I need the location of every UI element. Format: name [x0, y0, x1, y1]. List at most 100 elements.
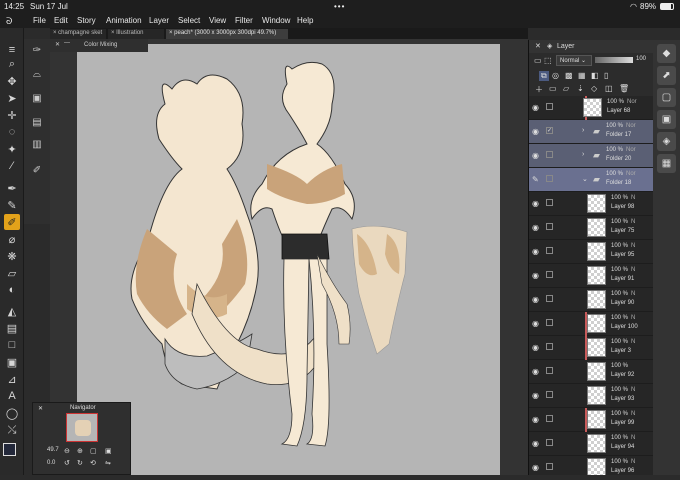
visibility-eye-icon[interactable]: ◉ — [532, 223, 539, 232]
subtool-brush-icon[interactable]: ⌓ — [29, 69, 45, 83]
visibility-eye-icon[interactable]: ◉ — [532, 391, 539, 400]
folder-expand-icon[interactable]: ⌄ — [582, 175, 588, 183]
balloon-icon[interactable]: ◯ — [4, 405, 20, 421]
navigator-angle[interactable]: 0.0 — [47, 460, 55, 466]
visibility-eye-icon[interactable]: ◉ — [532, 127, 539, 136]
text-icon[interactable]: A — [4, 388, 20, 404]
subtool-square-icon[interactable]: ▣ — [29, 93, 45, 107]
subtool-watercolor-icon[interactable]: ▤ — [29, 117, 45, 131]
pen-icon[interactable]: ✒ — [4, 180, 20, 196]
layer-row[interactable]: ◉ 100 % N Layer 93 — [529, 384, 654, 408]
visibility-eye-icon[interactable]: ◉ — [532, 463, 539, 472]
color-panel-close-icon[interactable]: ✕ — [55, 41, 60, 48]
layer-checkbox[interactable] — [546, 319, 553, 326]
rotate-left-icon[interactable]: ↺ — [64, 459, 70, 467]
dock-history-icon[interactable]: ▦ — [657, 154, 676, 173]
layer-folder-row[interactable]: ✎ ⌄ ▰ 100 % Nor Folder 18 — [529, 168, 654, 192]
canvas-paper[interactable] — [77, 44, 500, 475]
visibility-eye-icon[interactable]: ◉ — [532, 319, 539, 328]
navigator-preview[interactable] — [66, 413, 98, 442]
clip-icon[interactable]: ⧉ — [539, 71, 549, 81]
mask-icon[interactable]: ◧ — [591, 71, 599, 80]
layer-panel-close-icon[interactable]: ✕ — [535, 42, 541, 50]
layer-row[interactable]: ◉ 100 % N Layer 94 — [529, 432, 654, 456]
eyedropper-icon[interactable]: ⁄ — [4, 158, 20, 174]
brush-icon[interactable]: ✐ — [4, 214, 20, 230]
frame-icon[interactable]: ▣ — [4, 354, 20, 370]
layer-folder-row[interactable]: ◉ ✓ › ▰ 100 % Nor Folder 17 — [529, 120, 654, 144]
main-color-swatch[interactable] — [3, 443, 16, 456]
new-vector-icon[interactable]: ▭ — [549, 84, 557, 93]
menu-select[interactable]: Select — [178, 16, 200, 25]
fit-icon[interactable]: ▢ — [90, 447, 97, 455]
layer-row[interactable]: ◉ 100 % N Layer 91 — [529, 264, 654, 288]
visibility-eye-icon[interactable]: ◉ — [532, 415, 539, 424]
move-layer-icon[interactable]: ✛ — [4, 107, 20, 123]
app-logo-icon[interactable]: ᘐ — [6, 16, 12, 27]
dock-brush-size-icon[interactable]: ◆ — [657, 44, 676, 63]
fill-icon[interactable]: ◭ — [4, 303, 20, 319]
layer-checkbox[interactable] — [546, 295, 553, 302]
menu-help[interactable]: Help — [297, 16, 313, 25]
blend-icon[interactable]: ◐ — [4, 282, 20, 298]
decoration-icon[interactable]: ❋ — [4, 248, 20, 264]
menu-file[interactable]: File — [33, 16, 46, 25]
figure-icon[interactable]: □ — [4, 337, 20, 353]
layer-row[interactable]: ◉ 100 % Nor Layer 68 — [529, 96, 654, 120]
layer-checkbox[interactable] — [546, 175, 553, 182]
tab-champagne[interactable]: × champagne sket — [50, 29, 106, 39]
dock-material-icon[interactable]: ▢ — [657, 88, 676, 107]
layer-checkbox[interactable] — [546, 199, 553, 206]
menu-filter[interactable]: Filter — [235, 16, 253, 25]
lock-alpha-icon[interactable]: ▦ — [578, 71, 586, 80]
layer-checkbox[interactable] — [546, 103, 553, 110]
subtool-texture-icon[interactable]: ▥ — [29, 139, 45, 153]
pencil-icon[interactable]: ✎ — [4, 197, 20, 213]
layer-property-icon[interactable]: ▭ — [534, 56, 542, 65]
layer-row[interactable]: ◉ 100 % Layer 92 — [529, 360, 654, 384]
dock-navigator-icon[interactable]: ▣ — [657, 110, 676, 129]
tab-peach[interactable]: × peach* (3000 x 3000px 300dpi 49.7%) — [166, 29, 288, 39]
menu-view[interactable]: View — [209, 16, 226, 25]
operation-icon[interactable]: ➤ — [4, 90, 20, 106]
reset-rotation-icon[interactable]: ⟲ — [90, 459, 96, 467]
layer-checkbox[interactable] — [546, 271, 553, 278]
visibility-eye-icon[interactable]: ◉ — [532, 367, 539, 376]
layer-checkbox[interactable] — [546, 151, 553, 158]
visibility-eye-icon[interactable]: ◉ — [532, 103, 539, 112]
visibility-eye-icon[interactable]: ◉ — [532, 271, 539, 280]
color-panel-collapse[interactable]: — — [64, 40, 70, 46]
menu-layer[interactable]: Layer — [149, 16, 169, 25]
dock-layer-property-icon[interactable]: ◈ — [657, 132, 676, 151]
multitask-dots[interactable]: ••• — [334, 2, 345, 11]
color-mixing-panel[interactable]: ✕ — Color Mixing — [50, 39, 148, 52]
layer-checkbox[interactable] — [546, 391, 553, 398]
gradient-icon[interactable]: ▤ — [4, 320, 20, 336]
auto-select-icon[interactable]: ✦ — [4, 141, 20, 157]
visibility-eye-icon[interactable]: ◉ — [532, 151, 539, 160]
navigator-zoom[interactable]: 49.7 — [47, 447, 59, 453]
menu-animation[interactable]: Animation — [106, 16, 142, 25]
layer-row[interactable]: ◉ 100 % N Layer 75 — [529, 216, 654, 240]
subtool-ink-icon[interactable]: ✐ — [29, 165, 45, 179]
layer-checkbox[interactable] — [546, 247, 553, 254]
layer-checkbox[interactable] — [546, 463, 553, 470]
dock-export-icon[interactable]: ⬈ — [657, 66, 676, 85]
layer-checkbox[interactable] — [546, 367, 553, 374]
zoom-in-icon[interactable]: ⊕ — [77, 447, 83, 455]
zoom-out-icon[interactable]: ⊖ — [64, 447, 70, 455]
lasso-icon[interactable]: ◌ — [4, 124, 20, 140]
delete-layer-icon[interactable]: 🗑 — [619, 84, 629, 93]
opacity-value[interactable]: 100 — [636, 56, 646, 62]
subtool-pen-icon[interactable]: ✑ — [29, 45, 45, 59]
layer-row[interactable]: ◉ 100 % N Layer 96 — [529, 456, 654, 475]
visibility-eye-icon[interactable]: ◉ — [532, 439, 539, 448]
folder-expand-icon[interactable]: › — [582, 127, 584, 134]
navigator-close-icon[interactable]: ✕ — [38, 405, 43, 412]
layer-checkbox[interactable] — [546, 439, 553, 446]
layer-checkbox[interactable] — [546, 223, 553, 230]
folder-expand-icon[interactable]: › — [582, 151, 584, 158]
zoom-icon[interactable]: ⌕ — [4, 56, 20, 72]
layer-folder-row[interactable]: ◉ › ▰ 100 % Nor Folder 20 — [529, 144, 654, 168]
visibility-eye-icon[interactable]: ◉ — [532, 199, 539, 208]
